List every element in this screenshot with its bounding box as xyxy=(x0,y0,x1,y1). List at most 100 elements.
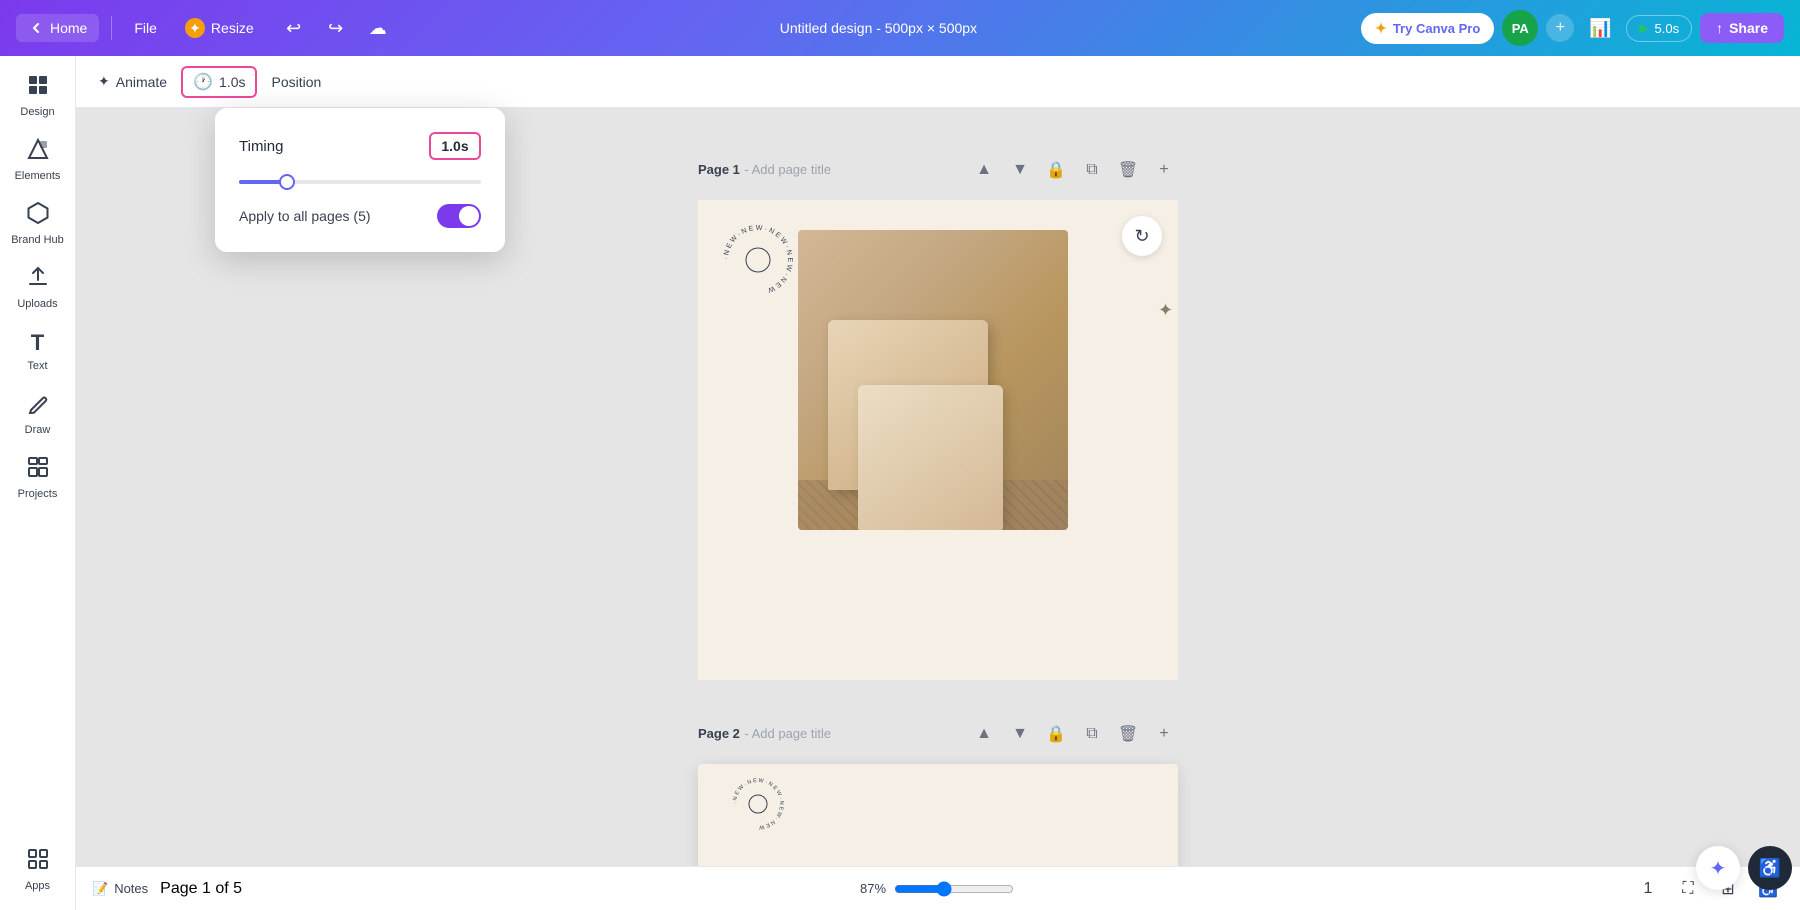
home-button[interactable]: Home xyxy=(16,14,99,42)
notes-button[interactable]: 📝 Notes xyxy=(92,881,148,897)
projects-icon xyxy=(27,456,49,484)
page2-up-button[interactable]: ▲ xyxy=(970,720,998,748)
undo-button[interactable]: ↩ xyxy=(276,10,312,46)
animate-label: Animate xyxy=(116,74,167,90)
home-label: Home xyxy=(50,20,87,36)
sidebar-item-text[interactable]: T Text xyxy=(4,322,72,380)
share-label: Share xyxy=(1729,20,1768,36)
page2-header: Page 2 - Add page title ▲ ▼ 🔒 ⧉ 🗑 + xyxy=(698,712,1178,756)
sidebar-apps-label: Apps xyxy=(25,880,50,892)
analytics-button[interactable]: 📊 xyxy=(1582,10,1618,46)
circular-text[interactable]: ·NEW·NEW·NEW·NEW·NEW xyxy=(718,220,798,300)
apply-all-toggle[interactable] xyxy=(437,204,481,228)
design-icon xyxy=(27,74,49,102)
grid-number-button[interactable]: 1 xyxy=(1632,873,1664,905)
grid-number: 1 xyxy=(1644,880,1653,898)
page1-add-button[interactable]: + xyxy=(1150,156,1178,184)
save-status-button[interactable]: ☁ xyxy=(360,10,396,46)
page2-title-area: Page 2 - Add page title xyxy=(698,725,831,743)
sidebar-item-design[interactable]: Design xyxy=(4,66,72,126)
try-pro-label: Try Canva Pro xyxy=(1393,21,1480,36)
clock-icon: 🕐 xyxy=(193,72,213,92)
sidebar-elements-label: Elements xyxy=(15,170,61,182)
sidebar-item-uploads[interactable]: Uploads xyxy=(4,258,72,318)
timing-slider-thumb[interactable] xyxy=(279,174,295,190)
sidebar-item-apps[interactable]: Apps xyxy=(4,840,72,900)
page1-canvas[interactable]: ·NEW·NEW·NEW·NEW·NEW ✦ ✦ xyxy=(698,200,1178,680)
preview-button[interactable]: ▶ 5.0s xyxy=(1626,15,1692,42)
page1-copy-button[interactable]: ⧉ xyxy=(1078,156,1106,184)
soap-product-image[interactable] xyxy=(798,230,1068,530)
text-icon: T xyxy=(31,330,44,356)
sidebar-item-draw[interactable]: Draw xyxy=(4,384,72,444)
timing-label: 1.0s xyxy=(219,74,245,90)
play-icon: ▶ xyxy=(1639,21,1648,35)
sidebar: Design Elements Brand Hub Uploads T Text xyxy=(0,56,76,910)
page2-copy-button[interactable]: ⧉ xyxy=(1078,720,1106,748)
zoom-slider[interactable] xyxy=(894,881,1014,897)
animate-button[interactable]: ✦ Animate xyxy=(88,67,177,96)
toolbar: ✦ Animate 🕐 1.0s Position xyxy=(76,56,1800,108)
page2-down-button[interactable]: ▼ xyxy=(1006,720,1034,748)
page2-controls: ▲ ▼ 🔒 ⧉ 🗑 + xyxy=(970,720,1178,748)
timing-slider-container xyxy=(239,176,481,188)
canvas-refresh-button[interactable]: ↻ xyxy=(1122,216,1162,256)
header: Home File ✦ Resize ↩ ↪ ☁ Untitled design… xyxy=(0,0,1800,56)
position-button[interactable]: Position xyxy=(261,68,331,96)
page1-delete-button[interactable]: 🗑 xyxy=(1114,156,1142,184)
sidebar-brand-hub-label: Brand Hub xyxy=(11,234,64,246)
timing-slider-track xyxy=(239,180,481,184)
timing-apply-label: Apply to all pages (5) xyxy=(239,208,371,224)
header-left: Home File ✦ Resize ↩ ↪ ☁ xyxy=(16,10,396,46)
position-label: Position xyxy=(271,74,321,90)
sidebar-draw-label: Draw xyxy=(25,424,51,436)
sidebar-item-projects[interactable]: Projects xyxy=(4,448,72,508)
timing-value-input[interactable]: 1.0s xyxy=(429,132,481,160)
try-pro-button[interactable]: ✦ Try Canva Pro xyxy=(1361,13,1494,44)
page1-lock-button[interactable]: 🔒 xyxy=(1042,156,1070,184)
page1-title-placeholder[interactable]: Add page title xyxy=(752,162,832,177)
redo-button[interactable]: ↪ xyxy=(318,10,354,46)
share-icon: ↑ xyxy=(1716,20,1723,36)
add-collaborator-button[interactable]: + xyxy=(1546,14,1574,42)
help-button[interactable]: ✦ xyxy=(1696,846,1740,890)
timing-button[interactable]: 🕐 1.0s xyxy=(181,66,257,98)
page2-title-placeholder[interactable]: Add page title xyxy=(752,726,832,741)
file-button[interactable]: File xyxy=(124,14,167,42)
apps-icon xyxy=(27,848,49,876)
uploads-icon xyxy=(27,266,49,294)
avatar-button[interactable]: PA xyxy=(1502,10,1538,46)
resize-button[interactable]: ✦ Resize xyxy=(175,12,264,44)
bottom-center: 87% xyxy=(860,881,1014,897)
sidebar-item-brand-hub[interactable]: Brand Hub xyxy=(4,194,72,254)
page1-up-button[interactable]: ▲ xyxy=(970,156,998,184)
timing-popup: Timing 1.0s Apply to all pages (5) xyxy=(215,108,505,252)
bottom-left: 📝 Notes Page 1 of 5 xyxy=(92,880,242,898)
page2-wrapper: Page 2 - Add page title ▲ ▼ 🔒 ⧉ 🗑 + xyxy=(698,712,1178,866)
accessibility-button[interactable]: ♿ xyxy=(1748,846,1792,890)
sidebar-uploads-label: Uploads xyxy=(17,298,57,310)
page1-label: Page 1 xyxy=(698,162,740,177)
svg-text:·NEW·NEW·NEW·NEW·NEW: ·NEW·NEW·NEW·NEW·NEW xyxy=(732,778,784,830)
notes-icon: 📝 xyxy=(92,881,108,897)
timing-popup-header: Timing 1.0s xyxy=(239,132,481,160)
page2-lock-button[interactable]: 🔒 xyxy=(1042,720,1070,748)
header-title: Untitled design - 500px × 500px xyxy=(404,20,1353,36)
page2-delete-button[interactable]: 🗑 xyxy=(1114,720,1142,748)
sidebar-text-label: Text xyxy=(27,360,47,372)
page1-down-button[interactable]: ▼ xyxy=(1006,156,1034,184)
header-actions: ↩ ↪ ☁ xyxy=(276,10,396,46)
resize-label: Resize xyxy=(211,20,254,36)
timing-popup-label: Timing xyxy=(239,138,283,155)
sparkle-small-left: ✦ xyxy=(1158,300,1173,321)
page2-canvas[interactable]: ·NEW·NEW·NEW·NEW·NEW ▼ xyxy=(698,764,1178,866)
svg-text:·NEW·NEW·NEW·NEW·NEW: ·NEW·NEW·NEW·NEW·NEW xyxy=(723,225,793,294)
brand-hub-icon xyxy=(27,202,49,230)
share-button[interactable]: ↑ Share xyxy=(1700,13,1784,43)
page2-add-button[interactable]: + xyxy=(1150,720,1178,748)
chevron-left-icon xyxy=(28,20,44,36)
page-indicator: Page 1 of 5 xyxy=(160,880,242,898)
sidebar-item-elements[interactable]: Elements xyxy=(4,130,72,190)
page1-wrapper: Page 1 - Add page title ▲ ▼ 🔒 ⧉ 🗑 + xyxy=(698,148,1178,680)
draw-icon xyxy=(27,392,49,420)
